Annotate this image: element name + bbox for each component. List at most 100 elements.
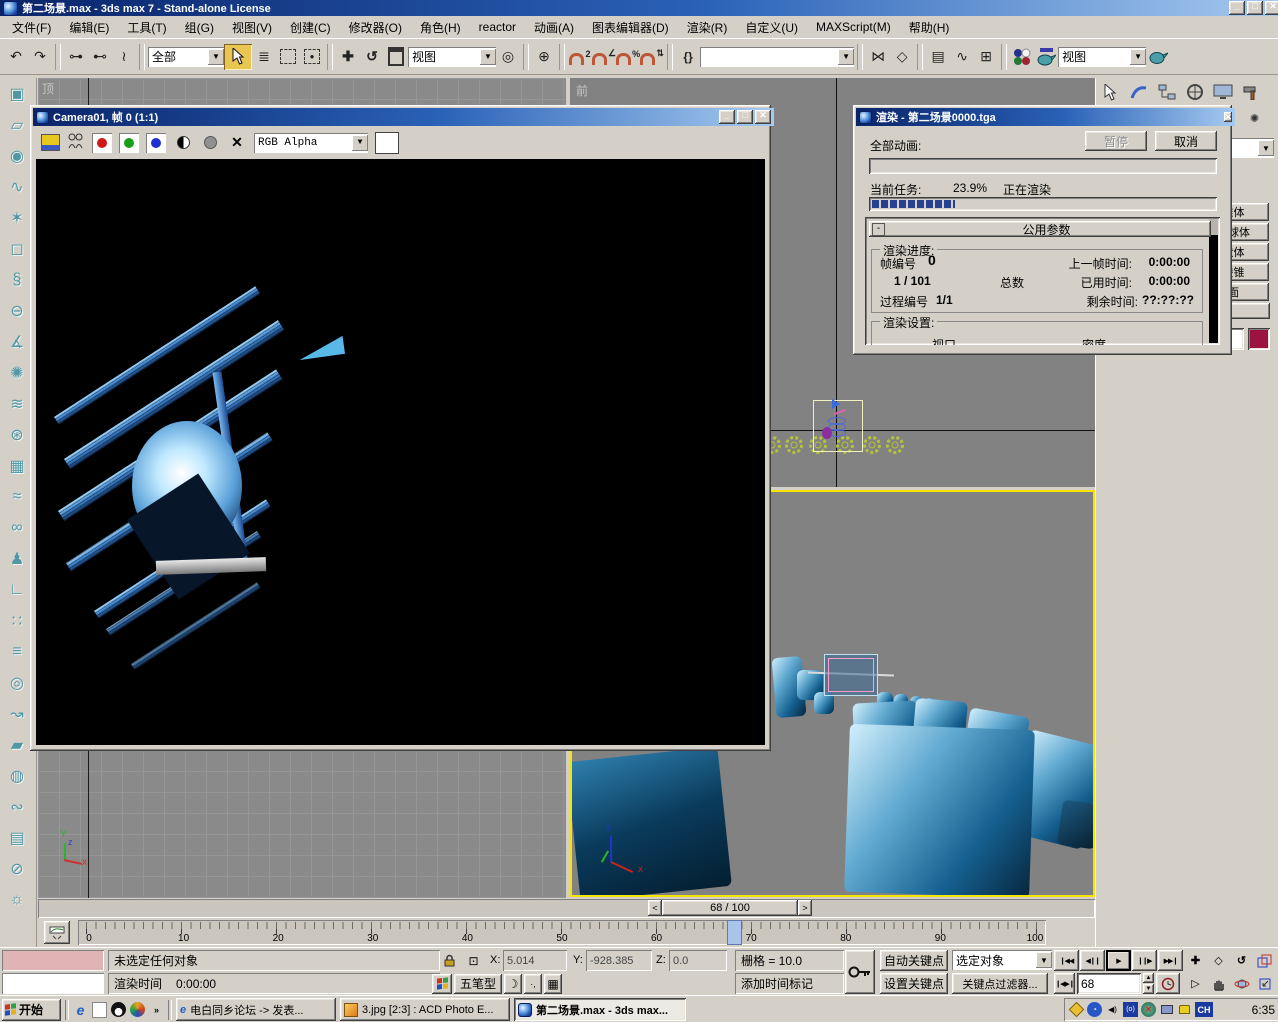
angular-dashpot-icon[interactable]: ∡ <box>0 326 34 357</box>
key-filter-dropdown[interactable]: 选定对象 ▼ <box>952 950 1052 970</box>
preview-animation-icon[interactable]: ☼ <box>0 884 34 915</box>
use-pivot-center-icon[interactable]: ◎ <box>496 44 520 70</box>
named-selection-sets-icon[interactable]: {} <box>676 44 700 70</box>
time-slider-next-button[interactable]: > <box>798 900 812 916</box>
y-coordinate-field[interactable]: -928.385 <box>586 950 652 971</box>
object-color-swatch[interactable] <box>1248 328 1270 350</box>
plane-icon[interactable]: ◻ <box>0 233 34 264</box>
ime-windows-icon[interactable] <box>432 974 452 994</box>
close-icon[interactable]: ✕ <box>1224 112 1232 122</box>
close-button[interactable]: ✕ <box>1265 1 1278 15</box>
viewport-front-label[interactable]: 前 <box>576 82 588 99</box>
menu-item[interactable]: 组(G) <box>177 17 222 38</box>
min-max-toggle-icon[interactable] <box>1253 973 1276 994</box>
prismatic-constraint-icon[interactable]: ≡ <box>0 636 34 667</box>
mini-curve-editor-icon[interactable] <box>44 921 70 944</box>
align-icon[interactable]: ◇ <box>890 44 914 70</box>
set-key-button[interactable]: 设置关键点 <box>880 973 948 994</box>
snap-toggle-icon[interactable]: 2 <box>568 44 592 70</box>
green-channel-toggle[interactable] <box>119 133 139 153</box>
ime-punctuation-icon[interactable]: ·, <box>524 974 542 994</box>
reference-coordinate-dropdown[interactable]: 视图 ▼ <box>408 47 496 67</box>
quicklaunch-ie-icon[interactable]: e <box>73 1002 88 1017</box>
red-channel-toggle[interactable] <box>92 133 112 153</box>
track-bar-ruler[interactable]: 0102030405060708090100 <box>78 920 1046 945</box>
tab-display-icon[interactable] <box>1210 80 1236 104</box>
add-time-tag[interactable]: 添加时间标记 <box>735 973 844 994</box>
select-and-rotate-icon[interactable]: ↺ <box>360 44 384 70</box>
named-selection-dropdown[interactable]: ▼ <box>700 47 854 67</box>
clear-image-icon[interactable]: ✕ <box>227 133 247 153</box>
deforming-mesh-collection-icon[interactable]: ✶ <box>0 202 34 233</box>
undo-icon[interactable]: ↶ <box>4 44 28 70</box>
tray-security-icon[interactable] <box>1177 1002 1192 1017</box>
redo-icon[interactable]: ↷ <box>28 44 52 70</box>
render-frame-titlebar[interactable]: Camera01, 帧 0 (1:1) _ □ ✕ <box>33 108 774 126</box>
x-coordinate-field[interactable]: 5.014 <box>503 950 567 971</box>
percent-snap-icon[interactable]: % <box>616 44 640 70</box>
quick-render-icon[interactable] <box>1146 44 1170 70</box>
close-button[interactable]: ✕ <box>755 110 771 124</box>
select-and-scale-icon[interactable] <box>384 44 408 70</box>
menu-item[interactable]: 动画(A) <box>526 17 582 38</box>
menu-item[interactable]: 自定义(U) <box>737 17 806 38</box>
arc-rotate-icon[interactable] <box>1230 973 1253 994</box>
tray-language-indicator[interactable]: CH <box>1195 1002 1213 1017</box>
channel-display-dropdown[interactable]: RGB Alpha ▼ <box>254 133 368 153</box>
chevron-down-icon[interactable]: ▼ <box>352 135 368 151</box>
key-filters-button[interactable]: 关键点过滤器... <box>952 973 1048 994</box>
pause-button[interactable]: 暂停 <box>1085 131 1147 151</box>
task-button-acdsee[interactable]: 3.jpg [2:3] : ACD Photo E... <box>340 998 510 1021</box>
save-bitmap-icon[interactable] <box>41 134 60 151</box>
field-of-view-icon[interactable]: ↺ <box>1230 950 1253 971</box>
quicklaunch-overflow-chevron[interactable]: » <box>149 1002 164 1017</box>
chevron-down-icon[interactable]: ▼ <box>1130 49 1146 65</box>
point-path-constraint-icon[interactable]: ↝ <box>0 698 34 729</box>
time-slider-handle[interactable]: 68 / 100 <box>662 900 798 916</box>
auto-key-button[interactable]: 自动关键点 <box>880 950 948 971</box>
next-frame-icon[interactable]: ❙❙▶ <box>1132 950 1157 971</box>
quicklaunch-qq-icon[interactable] <box>111 1002 126 1017</box>
rope-modifier-icon[interactable]: ∾ <box>0 791 34 822</box>
tray-scheduler-icon[interactable]: ◔ <box>1087 1002 1102 1017</box>
soft-body-collection-icon[interactable]: ◉ <box>0 140 34 171</box>
render-scene-icon[interactable] <box>1034 44 1058 70</box>
maxscript-mini-listener-pink[interactable] <box>2 950 104 971</box>
chevron-down-icon[interactable]: ▼ <box>1258 140 1274 156</box>
clone-window-icon[interactable] <box>67 133 85 152</box>
maximize-button[interactable]: □ <box>737 110 753 124</box>
menu-item[interactable]: 创建(C) <box>282 17 339 38</box>
chevron-down-icon[interactable]: ▼ <box>838 49 854 65</box>
mirror-icon[interactable]: ⋈ <box>866 44 890 70</box>
layer-manager-icon[interactable]: ▤ <box>926 44 950 70</box>
chevron-down-icon[interactable]: ▼ <box>1036 952 1052 968</box>
select-by-name-icon[interactable]: ≣ <box>252 44 276 70</box>
bind-to-space-warp-icon[interactable]: ≀ <box>112 44 136 70</box>
quicklaunch-notepad-icon[interactable] <box>92 1002 107 1018</box>
ragdoll-constraint-icon[interactable]: ♟ <box>0 543 34 574</box>
schematic-view-icon[interactable]: ⊞ <box>974 44 998 70</box>
minimize-button[interactable]: _ <box>719 110 735 124</box>
frame-spinner[interactable]: ▲ ▼ <box>1143 973 1154 994</box>
task-button-forum[interactable]: e 电白同乡论坛 -> 发表... <box>176 998 336 1021</box>
menu-item[interactable]: 图表编辑器(D) <box>584 17 677 38</box>
zoom-extents-all-icon[interactable] <box>1253 950 1276 971</box>
select-and-manipulate-icon[interactable]: ⊕ <box>532 44 556 70</box>
fracture-icon[interactable]: ▦ <box>0 450 34 481</box>
tab-motion-icon[interactable] <box>1182 80 1208 104</box>
blue-channel-toggle[interactable] <box>146 133 166 153</box>
select-object-button[interactable] <box>224 44 252 70</box>
tray-offline-icon[interactable]: ✕ <box>1141 1002 1156 1017</box>
spring-icon[interactable]: § <box>0 264 34 295</box>
key-mode-toggle-icon[interactable]: ❙◀▶❙ <box>1054 973 1075 994</box>
previous-frame-icon[interactable]: ◀❙❙ <box>1080 950 1105 971</box>
rollout-scrollbar[interactable] <box>1209 219 1218 343</box>
constraint-solver-icon[interactable]: ∞ <box>0 512 34 543</box>
ime-fullhalf-icon[interactable]: ☽ <box>504 974 522 994</box>
hinge-constraint-icon[interactable]: ∟ <box>0 574 34 605</box>
selected-box-wireframe[interactable] <box>824 654 878 696</box>
menu-item[interactable]: MAXScript(M) <box>808 18 899 36</box>
rope-collection-icon[interactable]: ∿ <box>0 171 34 202</box>
menu-item[interactable]: 渲染(R) <box>679 17 736 38</box>
perspective-cone-icon[interactable]: ▷ <box>1184 973 1207 994</box>
